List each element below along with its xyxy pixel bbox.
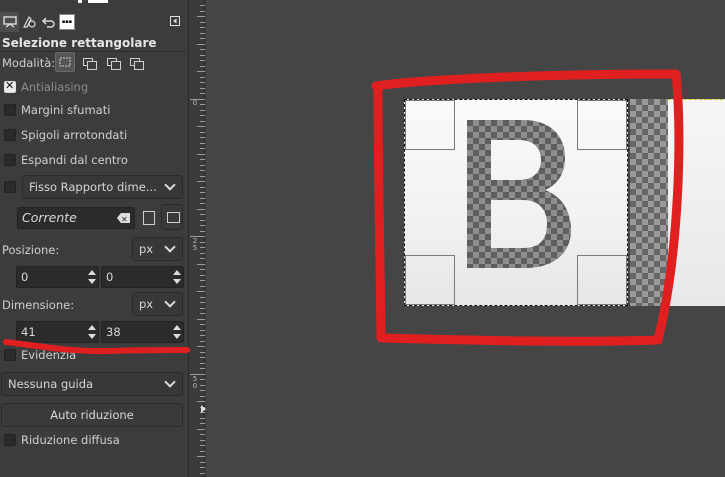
image-canvas[interactable] — [206, 0, 725, 477]
red-rectangle-annotation — [371, 69, 684, 346]
red-annotation-overlay — [371, 69, 684, 346]
gimp-window: ▪▪▪ Selezione rettangolare Modalità: Ant… — [0, 0, 725, 477]
red-underline-annotation — [3, 339, 190, 355]
red-underline-overlay — [3, 339, 190, 355]
